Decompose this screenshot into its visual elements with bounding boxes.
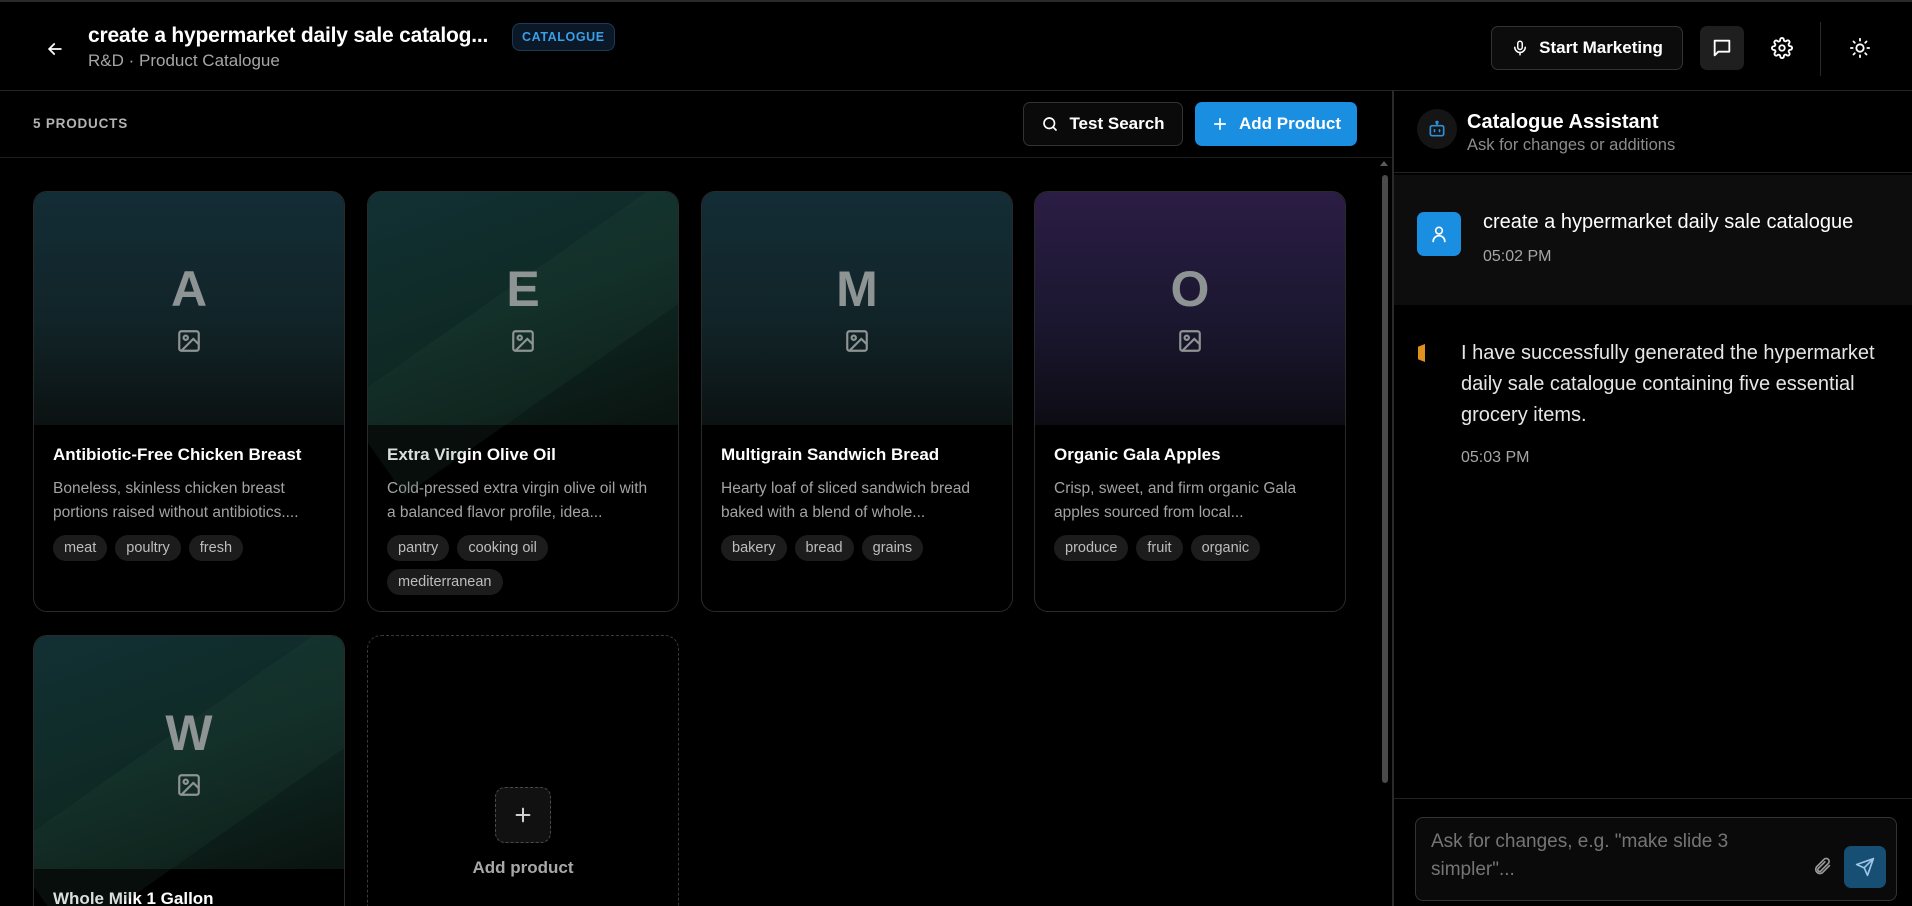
product-card[interactable]: O Organic Gala Apples Crisp, sweet, and …	[1034, 191, 1346, 612]
user-message-time: 05:02 PM	[1483, 248, 1552, 265]
product-initial: M	[836, 260, 878, 317]
plus-icon	[515, 807, 531, 823]
product-tag: meat	[53, 535, 108, 561]
product-description: Hearty loaf of sliced sandwich bread bak…	[721, 480, 970, 521]
product-tag: organic	[1190, 535, 1261, 561]
bot-avatar	[1417, 109, 1457, 149]
product-image-placeholder: A	[34, 192, 344, 425]
gear-icon	[1771, 37, 1793, 59]
page-subtitle: R&D · Product Catalogue	[88, 51, 280, 70]
product-tag: bakery	[721, 535, 787, 561]
image-icon	[1179, 329, 1201, 352]
assistant-message-time: 05:03 PM	[1461, 449, 1530, 466]
product-card[interactable]: W Whole Milk 1 Gallon	[33, 635, 345, 906]
send-icon	[1855, 857, 1875, 877]
product-tag: fresh	[188, 535, 244, 561]
chat-input-area	[1394, 798, 1912, 906]
microphone-icon	[1514, 40, 1527, 56]
chat-input[interactable]	[1431, 828, 1801, 884]
product-tag: bread	[794, 535, 854, 561]
user-icon	[1432, 226, 1446, 243]
chat-toggle-button[interactable]	[1700, 26, 1744, 70]
add-product-plus	[495, 787, 551, 843]
product-tag: fruit	[1136, 535, 1183, 561]
product-count: 5 PRODUCTS	[33, 116, 129, 131]
product-initial: E	[506, 260, 540, 317]
product-title: Multigrain Sandwich Bread	[721, 445, 940, 464]
catalogue-badge: CATALOGUE	[512, 23, 615, 51]
assistant-header: Catalogue Assistant Ask for changes or a…	[1394, 91, 1912, 173]
image-icon	[846, 329, 868, 352]
assistant-title: Catalogue Assistant	[1467, 111, 1659, 133]
product-initial: W	[165, 704, 213, 761]
product-image-placeholder: E	[368, 192, 678, 496]
header-divider	[1820, 22, 1821, 76]
back-arrow-icon	[48, 43, 62, 55]
product-tag: grains	[861, 535, 924, 561]
product-tag: produce	[1054, 535, 1129, 561]
product-description: Cold-pressed extra virgin olive oil with…	[387, 480, 648, 521]
product-description: Crisp, sweet, and firm organic Gala appl…	[1054, 480, 1297, 521]
back-button[interactable]	[40, 34, 70, 64]
product-image-placeholder: W	[34, 636, 344, 906]
product-tag: poultry	[115, 535, 181, 561]
send-button[interactable]	[1844, 846, 1886, 888]
product-tags: produce fruit organic	[1054, 535, 1326, 561]
product-description: Boneless, skinless chicken breast portio…	[53, 480, 299, 521]
settings-button[interactable]	[1760, 26, 1804, 70]
image-icon	[512, 329, 534, 352]
product-card[interactable]: A Antibiotic-Free Chicken Breast Boneles…	[33, 191, 345, 612]
product-card[interactable]: M Multigrain Sandwich Bread Hearty loaf …	[701, 191, 1013, 612]
image-icon	[178, 773, 200, 796]
user-avatar	[1417, 212, 1461, 256]
test-search-label: Test Search	[1069, 114, 1165, 133]
product-title: Antibiotic-Free Chicken Breast	[53, 445, 302, 464]
product-title: Organic Gala Apples	[1054, 445, 1221, 464]
chat-icon	[1713, 39, 1731, 57]
product-tag: pantry	[387, 535, 450, 561]
assistant-message-text: I have successfully generated the hyperm…	[1461, 342, 1875, 426]
add-product-label: Add Product	[1239, 114, 1341, 133]
image-icon	[178, 329, 200, 352]
user-message: create a hypermarket daily sale catalogu…	[1394, 175, 1912, 305]
scrollbar-thumb[interactable]	[1382, 175, 1388, 783]
product-tags: pantry cooking oil mediterranean	[387, 535, 659, 595]
catalogue-main: 5 PRODUCTS Test Search Add Product A Ant…	[0, 91, 1392, 906]
sun-icon	[1849, 37, 1871, 59]
assistant-subtitle: Ask for changes or additions	[1467, 136, 1676, 154]
product-initial: O	[1170, 260, 1210, 317]
product-initial: A	[170, 260, 208, 317]
top-header: create a hypermarket daily sale catalog.…	[0, 0, 1912, 91]
bot-message-marker	[1418, 344, 1425, 362]
product-tag: mediterranean	[387, 569, 503, 595]
chat-input-box	[1415, 817, 1897, 901]
plus-icon	[1213, 117, 1227, 131]
page-title: create a hypermarket daily sale catalog.…	[88, 24, 489, 47]
attach-button[interactable]	[1809, 853, 1835, 879]
add-product-card-label: Add product	[472, 858, 574, 877]
product-card[interactable]: E Extra Virgin Olive Oil Cold-pressed ex…	[367, 191, 679, 612]
bot-icon	[1429, 120, 1445, 137]
product-image-placeholder: M	[702, 192, 1012, 425]
search-icon	[1043, 117, 1058, 131]
add-product-card[interactable]: Add product	[367, 635, 679, 906]
test-search-button[interactable]: Test Search	[1023, 102, 1183, 146]
user-message-text: create a hypermarket daily sale catalogu…	[1483, 211, 1854, 233]
add-product-button[interactable]: Add Product	[1195, 102, 1357, 146]
start-marketing-label: Start Marketing	[1539, 38, 1663, 57]
paperclip-icon	[1814, 857, 1831, 875]
product-image-placeholder: O	[1035, 192, 1345, 425]
product-tag: cooking oil	[457, 535, 548, 561]
catalogue-assistant-panel: Catalogue Assistant Ask for changes or a…	[1392, 91, 1912, 906]
product-tags: bakery bread grains	[721, 535, 993, 561]
theme-toggle-button[interactable]	[1838, 26, 1882, 70]
catalogue-toolbar: 5 PRODUCTS Test Search Add Product	[0, 91, 1392, 158]
scrollbar-up-arrow[interactable]	[1380, 161, 1388, 166]
product-tags: meat poultry fresh	[53, 535, 325, 561]
start-marketing-button[interactable]: Start Marketing	[1491, 26, 1683, 70]
